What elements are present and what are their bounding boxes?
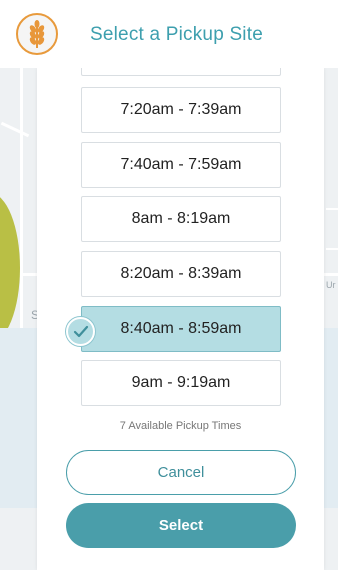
time-slot-label: 8:20am - 8:39am xyxy=(120,265,242,282)
time-slot-option-selected[interactable]: 8:40am - 8:59am xyxy=(81,306,281,352)
cancel-button[interactable]: Cancel xyxy=(66,450,296,495)
time-slot-option[interactable]: 7:40am - 7:59am xyxy=(81,142,281,188)
time-slot-label: 8am - 8:19am xyxy=(131,210,231,227)
time-slot-label: 9am - 9:19am xyxy=(131,374,231,391)
time-slot-label: 7:20am - 7:39am xyxy=(120,101,242,118)
wheat-icon[interactable] xyxy=(16,13,58,55)
time-slot-label: 7:40am - 7:59am xyxy=(120,156,242,173)
map-road xyxy=(326,248,338,250)
time-slot-option[interactable]: 8:20am - 8:39am xyxy=(81,251,281,297)
check-icon xyxy=(66,317,95,346)
map-road xyxy=(20,68,23,368)
time-slot-option[interactable]: 8am - 8:19am xyxy=(81,196,281,242)
time-slot-option[interactable]: 7:20am - 7:39am xyxy=(81,87,281,133)
pickup-time-picker: 7:20am - 7:39am 7:40am - 7:59am 8am - 8:… xyxy=(37,60,324,570)
map-label: Ur xyxy=(326,280,336,290)
map-area-highlight xyxy=(0,193,20,343)
map-road xyxy=(326,208,338,210)
time-slot-option[interactable]: 9am - 9:19am xyxy=(81,360,281,406)
header: Select a Pickup Site xyxy=(0,0,338,68)
available-times-count: 7 Available Pickup Times xyxy=(119,420,242,432)
map-road xyxy=(0,121,30,138)
select-button[interactable]: Select xyxy=(66,503,296,548)
time-slot-label: 8:40am - 8:59am xyxy=(120,320,242,337)
page-title: Select a Pickup Site xyxy=(90,24,263,45)
